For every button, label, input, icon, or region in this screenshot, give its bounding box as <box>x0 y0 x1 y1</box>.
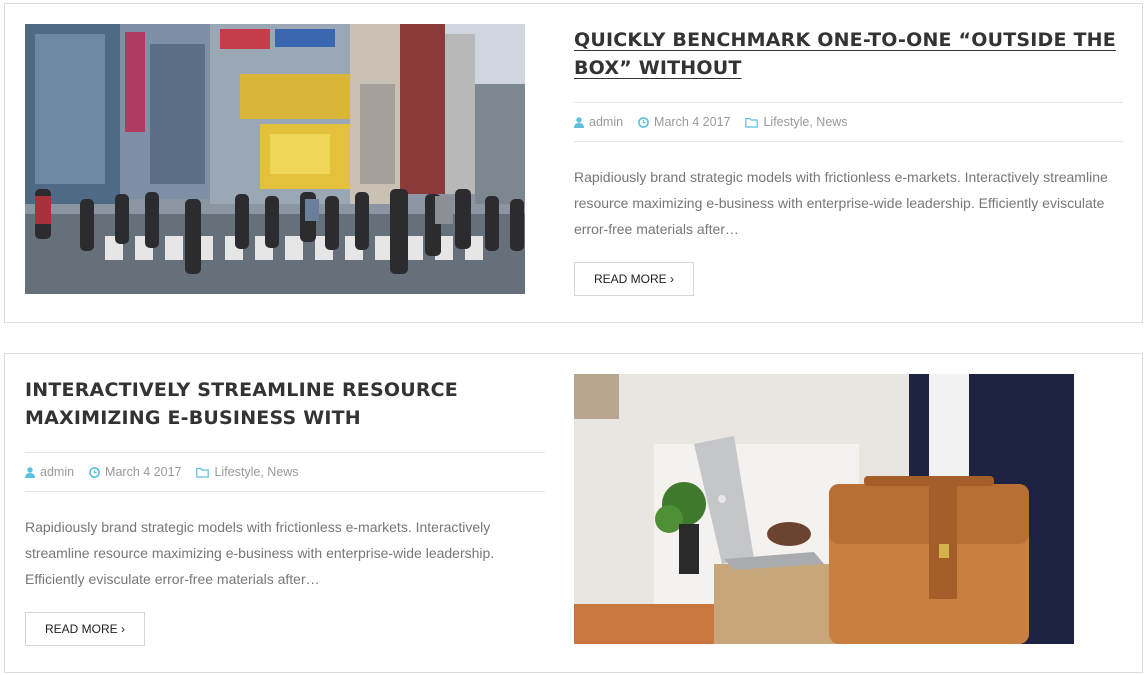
post-thumbnail-city[interactable] <box>25 24 525 294</box>
post-excerpt: Rapidiously brand strategic models with … <box>574 169 1108 237</box>
city-crosswalk-photo <box>25 24 525 294</box>
post-meta: admin March 4 2017 Lifestyle, News <box>25 452 545 492</box>
post-title[interactable]: INTERACTIVELY STREAMLINE RESOURCE MAXIMI… <box>25 376 545 432</box>
read-more-button[interactable]: READ MORE › <box>25 612 146 646</box>
laptop-briefcase-photo <box>574 374 1074 644</box>
blog-post-2: INTERACTIVELY STREAMLINE RESOURCE MAXIMI… <box>4 353 1143 673</box>
post-thumbnail-laptop[interactable] <box>574 374 1074 644</box>
post-excerpt: Rapidiously brand strategic models with … <box>25 519 495 587</box>
meta-author[interactable]: admin <box>25 465 74 479</box>
post-title[interactable]: QUICKLY BENCHMARK ONE-TO-ONE “OUTSIDE TH… <box>574 26 1123 82</box>
meta-date[interactable]: March 4 2017 <box>638 115 730 129</box>
meta-categories: Lifestyle, News <box>196 465 299 479</box>
read-more-button[interactable]: READ MORE › <box>574 262 695 296</box>
blog-post-1: QUICKLY BENCHMARK ONE-TO-ONE “OUTSIDE TH… <box>4 3 1143 323</box>
author-name: admin <box>589 115 624 129</box>
meta-author[interactable]: admin <box>574 115 623 129</box>
post-meta: admin March 4 2017 Lifestyle, News <box>574 102 1123 142</box>
category-news[interactable]: News <box>267 465 298 479</box>
user-icon <box>25 466 35 478</box>
category-lifestyle[interactable]: Lifestyle <box>214 465 260 479</box>
post-date: March 4 2017 <box>654 115 731 129</box>
clock-icon <box>638 116 649 128</box>
user-icon <box>574 116 584 128</box>
post-date: March 4 2017 <box>105 465 182 479</box>
category-news[interactable]: News <box>816 115 847 129</box>
meta-categories: Lifestyle, News <box>745 115 848 129</box>
folder-icon <box>196 467 210 478</box>
folder-icon <box>745 117 759 128</box>
category-lifestyle[interactable]: Lifestyle <box>763 115 809 129</box>
post-content: INTERACTIVELY STREAMLINE RESOURCE MAXIMI… <box>25 374 545 646</box>
meta-date[interactable]: March 4 2017 <box>89 465 181 479</box>
author-name: admin <box>40 465 75 479</box>
clock-icon <box>89 466 100 478</box>
post-content: QUICKLY BENCHMARK ONE-TO-ONE “OUTSIDE TH… <box>574 24 1123 296</box>
